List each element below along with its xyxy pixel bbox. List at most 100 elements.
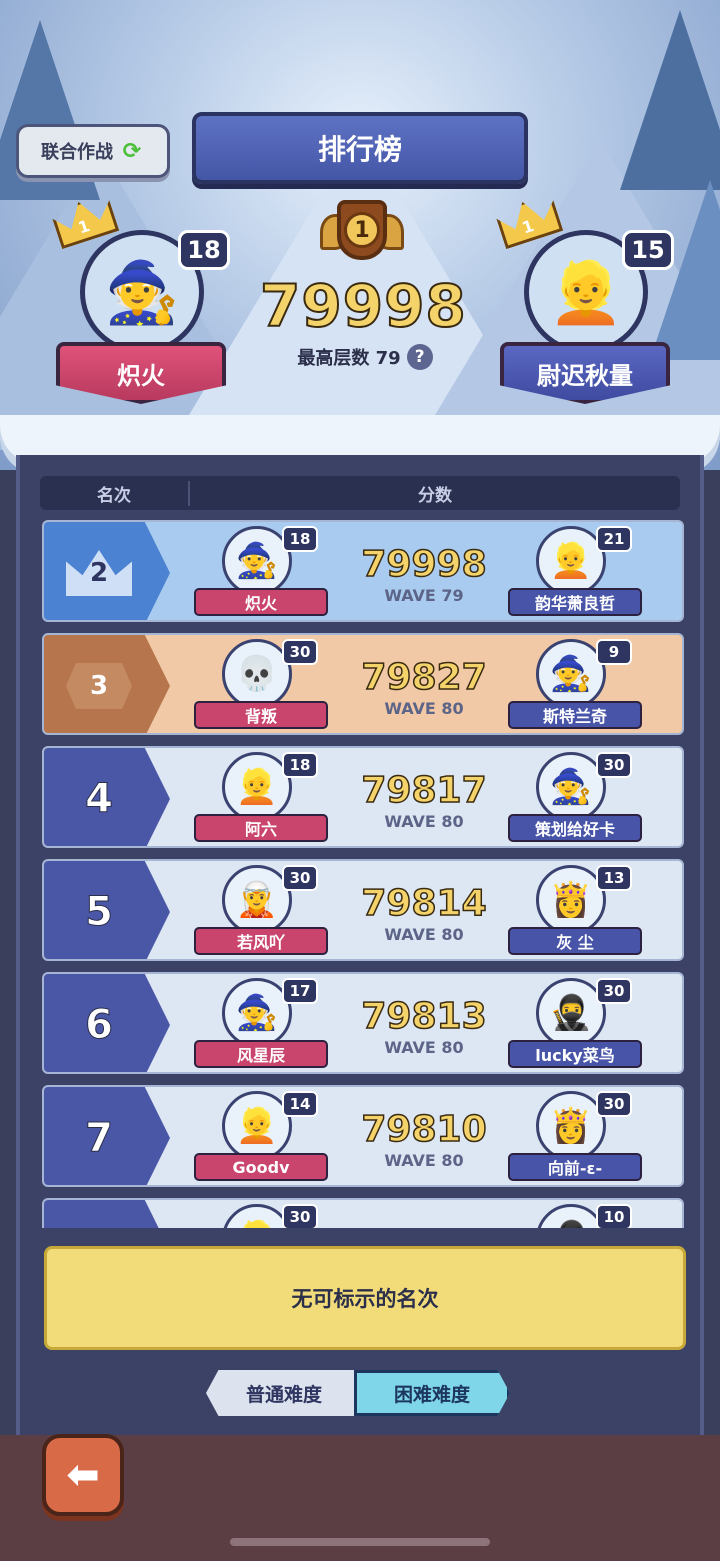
row-score: 79817 [361, 769, 488, 812]
rank-number: 5 [85, 889, 114, 936]
row-wave: WAVE 80 [384, 925, 464, 944]
level-badge: 10 [596, 1204, 632, 1228]
rank-medal: 1 [320, 196, 404, 270]
player-name: 阿六 [194, 814, 328, 842]
rank-tab: 6 [44, 974, 170, 1072]
coop-label: 联合作战 [41, 142, 113, 163]
top-player-left[interactable]: 🧙 1 18 炽火 [50, 200, 230, 420]
player-name: 向前-ε- [508, 1153, 642, 1181]
row-score: 79810 [361, 1108, 488, 1151]
player-slot-1[interactable]: 💀 30 背叛 [194, 639, 328, 733]
level-badge: 18 [282, 752, 318, 778]
level-badge: 30 [282, 639, 318, 665]
my-rank-bar: 无可标示的名次 [44, 1246, 686, 1350]
row-wave: WAVE 80 [384, 812, 464, 831]
bronze-badge-icon: 3 [66, 663, 132, 709]
level-badge: 30 [282, 1204, 318, 1228]
level-badge: 30 [596, 752, 632, 778]
level-badge: 21 [596, 526, 632, 552]
player-slot-2[interactable]: 👱 21 韵华萧良哲 [508, 526, 642, 620]
difficulty-switch: 普通难度 困难难度 [206, 1370, 512, 1416]
row-score: 79827 [361, 656, 488, 699]
column-header-rank: 名次 [40, 480, 190, 506]
player-name: 尉迟秋量 [500, 342, 670, 404]
normal-difficulty-button[interactable]: 普通难度 [206, 1370, 362, 1416]
top-floor: 最高层数 79 ? [280, 342, 450, 372]
player-slot-1[interactable]: 👱 18 阿六 [194, 752, 328, 846]
leaderboard-list[interactable]: 2 🧙 18 炽火 79998 WAVE 79 👱 21 韵华萧良哲 3 💀 3… [42, 520, 684, 1228]
player-name: lucky菜鸟 [508, 1040, 642, 1068]
level-badge: 17 [282, 978, 318, 1004]
player-slot-2[interactable]: 🥷 10 [508, 1204, 642, 1228]
page-title: 排行榜 [192, 112, 528, 184]
player-slot-1[interactable]: 🧝 30 若风吖 [194, 865, 328, 959]
table-row[interactable]: 👱 30 🥷 10 [42, 1198, 684, 1228]
table-header: 名次 分数 [40, 476, 680, 510]
player-slot-2[interactable]: 👸 13 灰 尘 [508, 865, 642, 959]
row-score: 79813 [361, 995, 488, 1038]
rank-tab: 3 [44, 635, 170, 733]
level-badge: 14 [282, 1091, 318, 1117]
medal-rank-number: 1 [344, 212, 380, 248]
pine-tree-decoration [620, 10, 720, 190]
row-wave: WAVE 80 [384, 1151, 464, 1170]
question-icon[interactable]: ? [406, 344, 433, 370]
rank-number: 7 [85, 1115, 114, 1162]
row-wave: WAVE 80 [384, 699, 464, 718]
player-slot-1[interactable]: 🧙 18 炽火 [194, 526, 328, 620]
hard-difficulty-button[interactable]: 困难难度 [354, 1370, 510, 1416]
medal-shield: 1 [337, 200, 387, 260]
player-slot-2[interactable]: 👸 30 向前-ε- [508, 1091, 642, 1185]
silver-crown-icon: 2 [66, 550, 132, 596]
level-badge: 30 [596, 1091, 632, 1117]
table-row[interactable]: 6 🧙 17 风星辰 79813 WAVE 80 🥷 30 lucky菜鸟 [42, 972, 684, 1074]
player-slot-1[interactable]: 👱 30 [194, 1204, 328, 1228]
rank-number: 4 [85, 776, 114, 823]
table-row[interactable]: 3 💀 30 背叛 79827 WAVE 80 🧙 9 斯特兰奇 [42, 633, 684, 735]
rank-tab: 2 [44, 522, 170, 620]
level-badge: 15 [622, 230, 674, 270]
player-name: 背叛 [194, 701, 328, 729]
player-slot-2[interactable]: 🥷 30 lucky菜鸟 [508, 978, 642, 1072]
row-wave: WAVE 80 [384, 1038, 464, 1057]
player-name: 炽火 [194, 588, 328, 616]
rank-tab: 7 [44, 1087, 170, 1185]
player-name: 策划给好卡 [508, 814, 642, 842]
level-badge: 30 [596, 978, 632, 1004]
level-badge: 9 [596, 639, 632, 665]
level-badge: 18 [178, 230, 230, 270]
player-name: 斯特兰奇 [508, 701, 642, 729]
player-slot-2[interactable]: 🧙 9 斯特兰奇 [508, 639, 642, 733]
rank-tab: 4 [44, 748, 170, 846]
floor-label: 最高层数 79 [297, 348, 401, 369]
player-slot-1[interactable]: 🧙 17 风星辰 [194, 978, 328, 1072]
table-row[interactable]: 2 🧙 18 炽火 79998 WAVE 79 👱 21 韵华萧良哲 [42, 520, 684, 622]
player-name: 若风吖 [194, 927, 328, 955]
rank-tab: 5 [44, 861, 170, 959]
coop-mode-button[interactable]: 联合作战 ⟳ [16, 124, 170, 178]
player-name: 炽火 [56, 342, 226, 404]
player-name: 风星辰 [194, 1040, 328, 1068]
player-name: Goodv [194, 1153, 328, 1181]
row-score: 79814 [361, 882, 488, 925]
player-slot-2[interactable]: 🧙 30 策划给好卡 [508, 752, 642, 846]
rank-tab [44, 1200, 170, 1228]
row-score: 79998 [361, 543, 488, 586]
rank-number: 6 [85, 1002, 114, 1049]
player-name: 灰 尘 [508, 927, 642, 955]
home-indicator[interactable] [230, 1538, 490, 1546]
back-arrow-icon[interactable]: ⬅ [42, 1434, 124, 1516]
player-name: 韵华萧良哲 [508, 588, 642, 616]
table-row[interactable]: 5 🧝 30 若风吖 79814 WAVE 80 👸 13 灰 尘 [42, 859, 684, 961]
table-row[interactable]: 7 👱 14 Goodv 79810 WAVE 80 👸 30 向前-ε- [42, 1085, 684, 1187]
refresh-icon: ⟳ [122, 138, 142, 164]
row-wave: WAVE 79 [384, 586, 464, 605]
level-badge: 18 [282, 526, 318, 552]
column-header-score: 分数 [418, 485, 452, 506]
level-badge: 13 [596, 865, 632, 891]
top-score: 79998 [259, 271, 467, 341]
table-row[interactable]: 4 👱 18 阿六 79817 WAVE 80 🧙 30 策划给好卡 [42, 746, 684, 848]
player-slot-1[interactable]: 👱 14 Goodv [194, 1091, 328, 1185]
top-player-right[interactable]: 👱 1 15 尉迟秋量 [494, 200, 674, 420]
level-badge: 30 [282, 865, 318, 891]
